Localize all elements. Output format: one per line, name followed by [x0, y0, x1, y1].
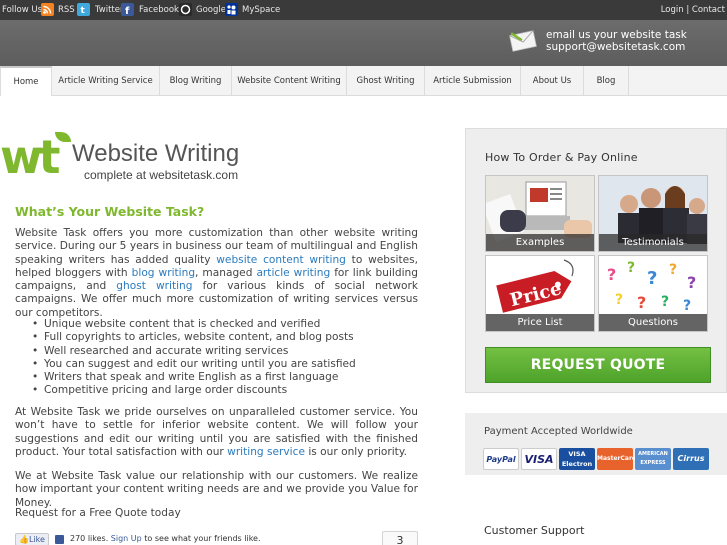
paypal-card-icon: PayPal: [483, 448, 519, 470]
myspace-link[interactable]: MySpace: [242, 5, 280, 15]
svg-text:?: ?: [683, 298, 691, 314]
list-item: Well researched and accurate writing ser…: [32, 345, 424, 359]
nav-tab-about-us[interactable]: About Us: [521, 66, 584, 96]
tile-price-list[interactable]: Price Price List: [485, 255, 595, 332]
svg-text:?: ?: [687, 273, 696, 292]
list-item: Competitive pricing and large order disc…: [32, 384, 424, 398]
like-summary: 270 likes. Sign Up to see what your frie…: [70, 534, 261, 543]
separator: |: [686, 5, 690, 15]
svg-text:?: ?: [661, 294, 669, 310]
facebook-icon: [55, 535, 64, 544]
link-ghost-writing[interactable]: ghost writing: [116, 280, 192, 292]
tile-testimonials[interactable]: Testimonials: [598, 175, 708, 252]
nav-tab-blog[interactable]: Blog: [584, 66, 629, 96]
page-heading: What’s Your Website Task?: [15, 204, 205, 219]
svg-text:?: ?: [647, 268, 657, 289]
email-address[interactable]: support@websitetask.com: [546, 41, 687, 53]
tile-caption: Questions: [599, 314, 707, 331]
tile-examples[interactable]: Examples: [485, 175, 595, 252]
service-text-2: is our only priority.: [304, 445, 407, 458]
nav-tab-home[interactable]: Home: [0, 66, 52, 96]
email-tagline: email us your website task: [546, 29, 687, 41]
tile-caption: Testimonials: [599, 234, 707, 251]
header-band: email us your website task support@websi…: [0, 20, 727, 66]
facebook-link[interactable]: Facebook: [139, 5, 179, 15]
logo-mark: wt: [0, 130, 60, 184]
customer-support-title: Customer Support: [484, 524, 585, 537]
svg-text:?: ?: [627, 260, 635, 276]
order-box: How To Order & Pay Online Examples Testi…: [465, 128, 727, 393]
rss-icon[interactable]: [41, 3, 54, 16]
login-link[interactable]: Login: [661, 5, 684, 15]
share-counter: 3: [382, 531, 418, 545]
like-button[interactable]: 👍Like: [15, 533, 49, 545]
intro-text-3: , managed: [195, 266, 257, 279]
mastercard-card-icon: MasterCard: [597, 448, 636, 470]
like-count: 270 likes.: [70, 534, 109, 543]
svg-text:?: ?: [607, 265, 616, 284]
twitter-icon[interactable]: t: [77, 3, 90, 16]
link-blog-writing[interactable]: blog writing: [132, 267, 195, 279]
svg-text:?: ?: [669, 262, 677, 278]
main-nav: Home Article Writing Service Blog Writin…: [0, 66, 727, 96]
payment-box: Payment Accepted Worldwide PayPal VISA V…: [465, 413, 727, 475]
nav-tab-website-content-writing[interactable]: Website Content Writing: [232, 66, 347, 96]
twitter-link[interactable]: Twitter: [95, 5, 124, 15]
like-button-label: Like: [28, 535, 45, 544]
list-item: Unique website content that is checked a…: [32, 318, 424, 332]
rss-link[interactable]: RSS: [58, 5, 75, 15]
order-title: How To Order & Pay Online: [485, 151, 638, 164]
tile-caption: Examples: [486, 234, 594, 251]
visa-electron-card-icon: VISA Electron: [559, 448, 595, 470]
nav-tab-blog-writing[interactable]: Blog Writing: [160, 66, 232, 96]
contact-link[interactable]: Contact: [692, 5, 725, 15]
top-bar: Follow Us: RSS t Twitter f Facebook Goog…: [0, 0, 727, 20]
intro-paragraph: Website Task offers you more customizati…: [15, 227, 418, 320]
leaf-icon: [55, 132, 71, 142]
account-links: Login | Contact: [661, 5, 725, 15]
nav-tab-article-submission[interactable]: Article Submission: [425, 66, 521, 96]
svg-text:?: ?: [615, 292, 623, 308]
tile-caption: Price List: [486, 314, 594, 331]
svg-text:t: t: [81, 6, 86, 16]
request-quote-button[interactable]: REQUEST QUOTE: [485, 347, 711, 383]
quote-cta-text: Request for a Free Quote today: [15, 507, 181, 519]
nav-tab-article-writing-service[interactable]: Article Writing Service: [52, 66, 160, 96]
follow-us-label: Follow Us:: [2, 5, 45, 15]
logo-name: Website Writing: [72, 140, 240, 167]
payment-title: Payment Accepted Worldwide: [484, 426, 633, 437]
facebook-icon[interactable]: f: [121, 3, 134, 17]
svg-text:?: ?: [637, 293, 646, 312]
visa-card-icon: VISA: [521, 448, 557, 470]
link-website-content-writing[interactable]: website content writing: [216, 254, 346, 266]
cirrus-card-icon: Cirrus: [673, 448, 709, 470]
svg-text:f: f: [125, 6, 130, 16]
amex-card-icon: AMERICAN EXPRESS: [635, 448, 671, 470]
thumbs-up-icon: 👍: [19, 535, 29, 544]
feature-list: Unique website content that is checked a…: [32, 318, 424, 398]
link-writing-service[interactable]: writing service: [227, 446, 305, 458]
sidebar: How To Order & Pay Online Examples Testi…: [465, 128, 727, 545]
google-link[interactable]: Google: [196, 5, 226, 15]
signup-link[interactable]: Sign Up: [111, 534, 142, 543]
like-caption: to see what your friends like.: [144, 534, 261, 543]
google-icon[interactable]: [179, 3, 192, 16]
myspace-icon[interactable]: [225, 3, 238, 16]
service-paragraph: At Website Task we pride ourselves on un…: [15, 406, 418, 459]
nav-tab-ghost-writing[interactable]: Ghost Writing: [347, 66, 425, 96]
value-paragraph: We at Website Task value our relationshi…: [15, 470, 418, 509]
link-article-writing[interactable]: article writing: [256, 267, 330, 279]
logo-tagline: complete at websitetask.com: [84, 168, 239, 182]
list-item: Writers that speak and write English as …: [32, 371, 424, 385]
header-email[interactable]: email us your website task support@websi…: [546, 29, 687, 53]
envelope-icon: [508, 28, 538, 54]
tile-questions[interactable]: ? ? ? ? ? ? ? ? ? Questions: [598, 255, 708, 332]
list-item: You can suggest and edit our writing unt…: [32, 358, 424, 372]
list-item: Full copyrights to articles, website con…: [32, 331, 424, 345]
site-logo[interactable]: wt Website Writing complete at websiteta…: [0, 132, 270, 187]
